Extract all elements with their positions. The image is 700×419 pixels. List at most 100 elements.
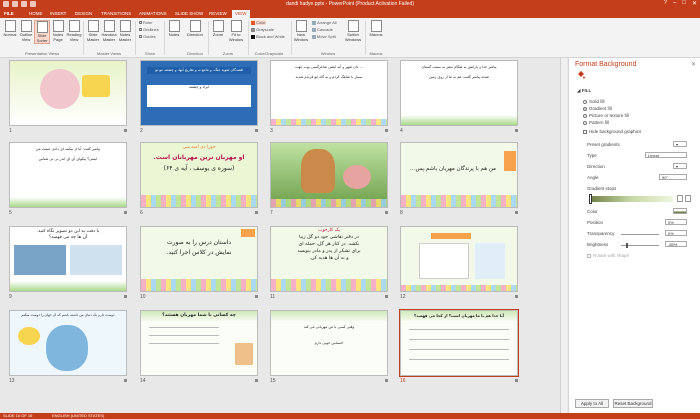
notes-master-button[interactable]: Notes Master bbox=[117, 20, 133, 42]
move-split-button[interactable]: Move Split bbox=[312, 34, 336, 39]
tab-file[interactable]: FILE bbox=[1, 10, 17, 18]
handout-master-button[interactable]: Handout Master bbox=[101, 20, 117, 42]
color-button[interactable]: Color bbox=[251, 20, 266, 25]
slide-thumbnail-10[interactable]: داستان درس را به صورت نمایش در کلاس اجرا… bbox=[140, 226, 258, 292]
brightness-slider-thumb[interactable] bbox=[626, 243, 628, 248]
zoom-button[interactable]: Zoom bbox=[210, 20, 226, 38]
rotate-with-shape-checkbox[interactable]: Rotate with shape bbox=[587, 253, 629, 258]
notes-icon bbox=[168, 20, 180, 32]
brightness-input[interactable]: -85% bbox=[665, 241, 687, 247]
preset-gradients-dropdown[interactable]: ▾ bbox=[673, 141, 687, 147]
slide-thumbnail-2[interactable]: قصدگان شوید جنگ، و نتامع نه و تقاریج آنه… bbox=[140, 60, 258, 126]
fit-to-window-button[interactable]: Fit to Window bbox=[227, 20, 245, 42]
close-button[interactable]: ✕ bbox=[692, 0, 697, 7]
black-and-white-button[interactable]: Black and White bbox=[251, 34, 285, 39]
slide-thumbnail-5[interactable]: پیامبر گفت: آیا از بیکینه ای دادم، غیمت … bbox=[9, 142, 127, 208]
language-indicator[interactable]: ENGLISH (UNITED STATES) bbox=[52, 413, 104, 419]
arrange-all-icon bbox=[312, 20, 316, 25]
slide-sorter: 1 قصدگان شوید جنگ، و نتامع نه و تقاریج آ… bbox=[0, 58, 568, 413]
reading-view-button[interactable]: Reading View bbox=[66, 20, 82, 42]
color-label: Color bbox=[587, 209, 598, 214]
flower-border bbox=[271, 279, 387, 291]
slide-text: پیامبر خدا و یارانش به هنگام سفر به سمت … bbox=[421, 65, 497, 69]
tab-insert[interactable]: INSERT bbox=[47, 10, 69, 18]
maximize-button[interactable]: □ bbox=[682, 0, 686, 7]
close-pane-icon[interactable]: ✕ bbox=[691, 61, 696, 68]
picture-texture-fill-radio[interactable]: Picture or texture fill bbox=[583, 113, 629, 118]
slide-thumbnail-11[interactable]: یک کارخوب در دفتر نقاشی خود دو گل زیبا ب… bbox=[270, 226, 388, 292]
new-window-button[interactable]: New Window bbox=[293, 20, 309, 42]
group-separator bbox=[135, 21, 136, 55]
slide-thumbnail-7[interactable] bbox=[270, 142, 388, 208]
cascade-button[interactable]: Cascade bbox=[312, 27, 333, 32]
color-icon bbox=[251, 20, 255, 25]
gridlines-checkbox[interactable]: Gridlines bbox=[139, 27, 159, 32]
flower-border bbox=[271, 199, 387, 207]
slide-text: (سوره ی یوسف ، آیه ی ۶۴) bbox=[163, 165, 235, 172]
gradient-stops-bar[interactable] bbox=[589, 196, 673, 202]
vertical-scrollbar[interactable] bbox=[560, 58, 567, 413]
tab-view[interactable]: VIEW bbox=[232, 10, 250, 18]
tab-design[interactable]: DESIGN bbox=[72, 10, 95, 18]
type-dropdown[interactable]: Linear bbox=[645, 152, 687, 158]
switch-windows-button[interactable]: Switch Windows bbox=[343, 20, 363, 42]
slide-thumbnail-4[interactable]: پیامبر خدا و یارانش به هنگام سفر به سمت … bbox=[400, 60, 518, 126]
apply-to-all-button[interactable]: Apply to All bbox=[575, 399, 609, 408]
tab-transitions[interactable]: TRANSITIONS bbox=[98, 10, 134, 18]
slide-thumbnail-13[interactable]: دوست دارم یک دنیای من داشته باشم که آن ج… bbox=[9, 310, 127, 376]
slide-thumbnail-3[interactable]: ... دان شهر و آنه ایشن شاعرگسی یوت جهت ب… bbox=[270, 60, 388, 126]
gradient-fill-radio[interactable]: Gradient fill bbox=[583, 106, 612, 111]
tab-home[interactable]: HOME bbox=[26, 10, 46, 18]
slide-thumbnail-16[interactable]: آیا خدا هم با ما مهربان است؟ از کجا می ف… bbox=[399, 309, 519, 377]
direction-button[interactable]: Direction bbox=[184, 20, 206, 38]
color-picker-dropdown[interactable] bbox=[673, 208, 687, 214]
grayscale-button[interactable]: Grayscale bbox=[251, 27, 274, 32]
direction-dropdown[interactable]: ▾ bbox=[673, 163, 687, 169]
notes-button[interactable]: Notes bbox=[166, 20, 182, 38]
slide-thumbnail-1[interactable] bbox=[9, 60, 127, 126]
reset-background-button[interactable]: Reset Background bbox=[613, 399, 653, 408]
text-line bbox=[409, 329, 509, 330]
gradient-stop-handle[interactable] bbox=[589, 194, 592, 204]
fill-section-header[interactable]: ◢ FILL bbox=[577, 88, 591, 94]
slide-thumbnail-15[interactable]: وقتی کسی با من مهربانی می کند احساس خوبی… bbox=[270, 310, 388, 376]
slide-sorter-button[interactable]: Slide Sorter bbox=[34, 20, 50, 44]
slide-thumbnail-6[interactable]: حورا دی امیه سی او مهربان ترین مهربانان … bbox=[140, 142, 258, 208]
remove-stop-icon[interactable] bbox=[685, 195, 691, 202]
macros-button[interactable]: Macros bbox=[368, 20, 384, 38]
angle-input[interactable]: 90° bbox=[659, 174, 687, 180]
outline-view-button[interactable]: Outline View bbox=[18, 20, 34, 42]
text-line bbox=[149, 335, 219, 336]
slide-master-button[interactable]: Slide Master bbox=[85, 20, 101, 42]
position-input[interactable]: 0% bbox=[665, 219, 687, 225]
help-button[interactable]: ? bbox=[664, 0, 667, 7]
tab-animations[interactable]: ANIMATIONS bbox=[136, 10, 170, 18]
pattern-fill-radio[interactable]: Pattern fill bbox=[583, 120, 609, 125]
brightness-label: Brightness bbox=[587, 242, 609, 247]
arrange-all-button[interactable]: Arrange All bbox=[312, 20, 337, 25]
slide-thumbnail-14[interactable]: چه کسانی با شما مهربان هستند؟ bbox=[140, 310, 258, 376]
tab-slide-show[interactable]: SLIDE SHOW bbox=[172, 10, 206, 18]
text-line bbox=[149, 327, 219, 328]
hide-background-graphics-checkbox[interactable]: Hide background graphics bbox=[583, 129, 641, 134]
guides-checkbox[interactable]: Guides bbox=[139, 34, 156, 39]
paint-bucket-icon[interactable] bbox=[577, 71, 585, 79]
group-label-macros: Macros bbox=[369, 51, 383, 56]
solid-fill-radio[interactable]: Solid fill bbox=[583, 99, 605, 104]
slide-thumbnail-12[interactable] bbox=[400, 226, 518, 292]
minimize-button[interactable]: – bbox=[673, 0, 676, 7]
slide-thumbnail-9[interactable]: با دقت به این دو تصویر نگاه کنید. آن ها … bbox=[9, 226, 127, 292]
tab-review[interactable]: REVIEW bbox=[206, 10, 230, 18]
transparency-input[interactable]: 0% bbox=[665, 230, 687, 236]
transition-star-icon bbox=[255, 129, 258, 132]
notes-master-icon bbox=[119, 20, 131, 32]
normal-view-button[interactable]: Normal bbox=[2, 20, 18, 38]
transition-star-icon bbox=[124, 211, 127, 214]
bird-illustration bbox=[343, 165, 371, 189]
ruler-checkbox[interactable]: Ruler bbox=[139, 20, 153, 25]
notes-page-button[interactable]: Notes Page bbox=[50, 20, 66, 42]
slide-thumbnail-8[interactable]: من هم با پرندگان مهربان باشم.پس… bbox=[400, 142, 518, 208]
add-stop-icon[interactable] bbox=[677, 195, 683, 202]
transparency-slider[interactable] bbox=[621, 234, 659, 235]
macros-icon bbox=[370, 20, 382, 32]
